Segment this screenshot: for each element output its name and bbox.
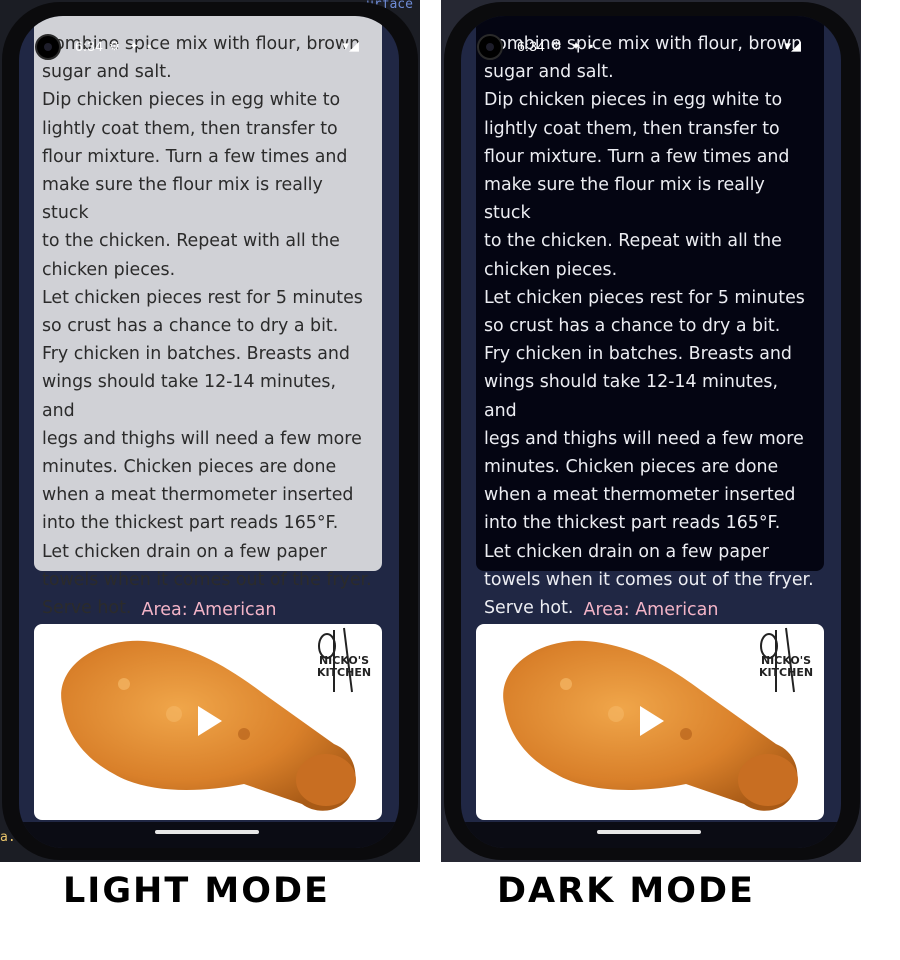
signal-battery-icon: ▾◢ (784, 38, 801, 53)
instruction-line: Let chicken pieces rest for 5 minutes (42, 287, 363, 308)
instruction-line: legs and thighs will need a few more (484, 428, 804, 449)
instruction-line: make sure the flour mix is really stuck (484, 175, 765, 224)
instruction-line: flour mixture. Turn a few times and (484, 146, 790, 167)
fried-chicken-image: NICKO'S KITCHEN (503, 627, 813, 811)
instruction-line: sugar and salt. (42, 62, 172, 83)
instruction-line: minutes. Chicken pieces are done (484, 457, 779, 478)
area-label: Area: American (583, 600, 719, 620)
instruction-line: chicken pieces. (484, 259, 618, 280)
channel-logo-text: KITCHEN (759, 666, 813, 679)
settings-gear-icon: ⚙ (551, 39, 562, 53)
instruction-line: make sure the flour mix is really stuck (42, 175, 323, 224)
instruction-line: Let chicken pieces rest for 5 minutes (484, 287, 805, 308)
instruction-line: sugar and salt. (484, 62, 614, 83)
front-camera-icon (477, 34, 503, 60)
instruction-line: so crust has a chance to dry a bit. (484, 316, 781, 337)
phone-screen: 6:34 ⚙ ✦ ▪ ▾◢ Combine spice mix with flo… (19, 16, 399, 848)
status-time: 6:34 (517, 38, 546, 54)
home-gesture-handle[interactable] (597, 830, 701, 834)
instruction-line: so crust has a chance to dry a bit. (42, 316, 339, 337)
instruction-line: when a meat thermometer inserted (42, 485, 354, 506)
area-label: Area: American (141, 600, 277, 620)
status-bar: 6:34 ⚙ ✦ ▪ ▾◢ (461, 34, 841, 60)
settings-gear-icon: ⚙ (109, 39, 120, 53)
phone-light-mode: 6:34 ⚙ ✦ ▪ ▾◢ Combine spice mix with flo… (2, 2, 418, 860)
instruction-line: towels when it comes out of the fryer. (42, 569, 372, 590)
instruction-line: to the chicken. Repeat with all the (484, 231, 782, 252)
instruction-line: into the thickest part reads 165°F. (42, 513, 339, 534)
dark-mode-caption: DARK MODE (497, 871, 755, 911)
instruction-line: legs and thighs will need a few more (42, 428, 362, 449)
instruction-line: towels when it comes out of the fryer. (484, 569, 814, 590)
instruction-line: flour mixture. Turn a few times and (42, 146, 348, 167)
phone-dark-mode: 6:34 ⚙ ✦ ▪ ▾◢ Combine spice mix with flo… (444, 2, 860, 860)
fried-chicken-image: NICKO'S KITCHEN (61, 627, 371, 811)
signal-battery-icon: ▾◢ (342, 38, 359, 53)
home-gesture-handle[interactable] (155, 830, 259, 834)
notification-icon: ▪ (147, 39, 152, 53)
instruction-line: Fry chicken in batches. Breasts and (42, 344, 350, 365)
navigation-bar (461, 822, 841, 848)
instructions-text: Combine spice mix with flour, brown suga… (42, 30, 374, 622)
instruction-line: wings should take 12-14 minutes, and (484, 372, 778, 421)
navigation-bar (19, 822, 399, 848)
wifi-icon: ✦ (571, 39, 582, 53)
instructions-card: Combine spice mix with flour, brown suga… (34, 16, 382, 618)
instruction-line: lightly coat them, then transfer to (42, 118, 338, 139)
instruction-line: when a meat thermometer inserted (484, 485, 796, 506)
instructions-text: Combine spice mix with flour, brown suga… (484, 30, 816, 622)
instruction-line: into the thickest part reads 165°F. (484, 513, 781, 534)
instruction-line: Fry chicken in batches. Breasts and (484, 344, 792, 365)
instructions-card: Combine spice mix with flour, brown suga… (476, 16, 824, 618)
status-time: 6:34 (75, 38, 104, 54)
instruction-line: wings should take 12-14 minutes, and (42, 372, 336, 421)
channel-logo-text: KITCHEN (317, 666, 371, 679)
instruction-line: Let chicken drain on a few paper (484, 541, 769, 562)
instruction-line: to the chicken. Repeat with all the (42, 231, 340, 252)
front-camera-icon (35, 34, 61, 60)
instruction-line: chicken pieces. (42, 259, 176, 280)
phone-screen: 6:34 ⚙ ✦ ▪ ▾◢ Combine spice mix with flo… (461, 16, 841, 848)
wifi-icon: ✦ (129, 39, 140, 53)
youtube-video-thumbnail[interactable]: NICKO'S KITCHEN (476, 624, 824, 820)
instruction-line: Dip chicken pieces in egg white to (484, 90, 783, 111)
status-bar: 6:34 ⚙ ✦ ▪ ▾◢ (19, 34, 399, 60)
instruction-line: lightly coat them, then transfer to (484, 118, 780, 139)
light-mode-caption: LIGHT MODE (63, 871, 330, 911)
instruction-line: Dip chicken pieces in egg white to (42, 90, 341, 111)
youtube-video-thumbnail[interactable]: NICKO'S KITCHEN (34, 624, 382, 820)
notification-icon: ▪ (589, 39, 594, 53)
instruction-line: Let chicken drain on a few paper (42, 541, 327, 562)
instruction-line: minutes. Chicken pieces are done (42, 457, 337, 478)
